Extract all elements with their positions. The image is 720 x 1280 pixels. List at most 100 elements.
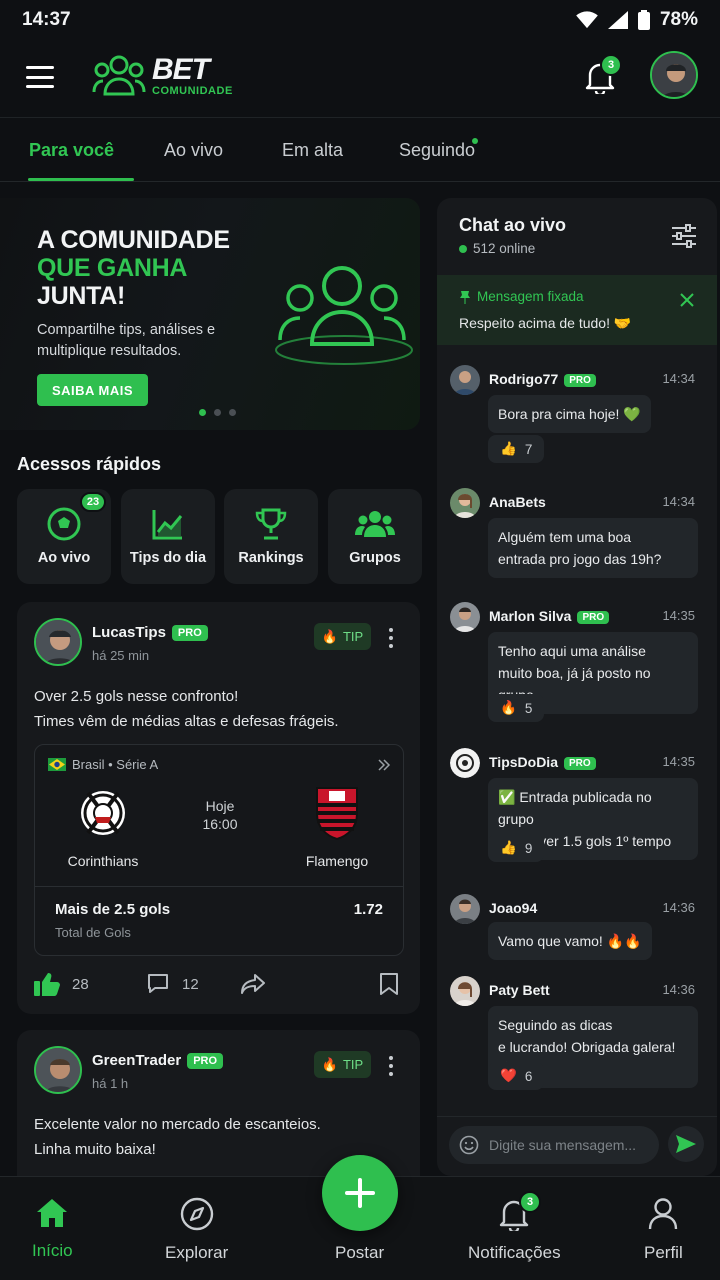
tab-em-alta[interactable]: Em alta — [282, 140, 343, 161]
carousel-dots[interactable] — [199, 409, 236, 416]
tab-seguindo[interactable]: Seguindo — [399, 140, 475, 161]
chat-avatar[interactable] — [450, 488, 480, 518]
home-team: Corinthians — [43, 785, 163, 869]
post-author-name[interactable]: GreenTrader PRO — [92, 1052, 224, 1069]
away-team: Flamengo — [277, 785, 397, 869]
quick-rankings[interactable]: Rankings — [224, 489, 318, 584]
pinned-label: Mensagem fixada — [459, 289, 584, 304]
notification-badge: 3 — [600, 54, 622, 76]
battery-icon — [637, 10, 650, 30]
comment-icon — [148, 974, 168, 993]
status-time: 14:37 — [22, 9, 71, 30]
comment-button[interactable]: 12 — [146, 972, 199, 996]
hero-banner[interactable]: A COMUNIDADE QUE GANHA JUNTA! Compartilh… — [0, 198, 420, 430]
bottom-navigation: Início Explorar Postar Notificações 3 Pe… — [0, 1155, 720, 1280]
post-body: Excelente valor no mercado de escanteios… — [34, 1116, 321, 1158]
group-icon — [355, 511, 395, 537]
notification-badge: 3 — [519, 1191, 541, 1213]
brand-logo: BET COMUNIDADE — [92, 54, 233, 98]
send-button[interactable] — [668, 1126, 704, 1162]
chat-composer: Digite sua mensagem... — [437, 1116, 717, 1176]
nav-perfil[interactable]: Perfil — [644, 1197, 683, 1263]
post-more-button[interactable] — [389, 628, 395, 648]
post-actions: 28 12 — [34, 972, 404, 1002]
odd-value[interactable]: 1.72 — [354, 901, 383, 918]
brand-subtitle: COMUNIDADE — [152, 85, 233, 97]
message-bubble: Bora pra cima hoje! 💚 — [488, 395, 651, 433]
send-icon — [676, 1135, 696, 1153]
bookmark-icon — [380, 973, 398, 995]
share-button[interactable] — [240, 972, 266, 996]
menu-button[interactable] — [26, 66, 54, 88]
stats-icon[interactable] — [377, 758, 391, 772]
close-icon[interactable] — [680, 293, 694, 307]
post-body: Over 2.5 gols nesse confronto! Times vêm… — [34, 688, 339, 730]
home-icon — [37, 1199, 68, 1227]
live-chat-panel: Chat ao vivo 512 online Mensagem fixada … — [437, 198, 717, 1176]
plus-icon — [345, 1178, 375, 1208]
chat-avatar[interactable] — [450, 748, 480, 778]
reaction-chip[interactable]: ❤️ 6 — [488, 1062, 545, 1090]
pro-badge: PRO — [171, 625, 208, 641]
feed-tabs: Para você Ao vivo Em alta Seguindo — [0, 118, 720, 182]
quick-ao-vivo[interactable]: Ao vivo 23 — [17, 489, 111, 584]
profile-icon — [649, 1198, 678, 1230]
nav-notificacoes[interactable]: Notificações 3 — [468, 1191, 561, 1263]
live-count-badge: 23 — [80, 492, 106, 512]
match-card[interactable]: Brasil • Série A Corinthians Hoje 16:00 … — [34, 744, 404, 956]
quick-tips-do-dia[interactable]: Tips do dia — [121, 489, 215, 584]
tab-para-voce[interactable]: Para você — [29, 140, 114, 161]
post-time: há 25 min — [92, 648, 150, 663]
chat-avatar[interactable] — [450, 365, 480, 395]
brazil-flag-icon — [48, 758, 66, 771]
bookmark-button[interactable] — [379, 972, 399, 996]
post-more-button[interactable] — [389, 1056, 395, 1076]
nav-inicio[interactable]: Início — [32, 1197, 73, 1261]
post-fab-button[interactable] — [322, 1155, 398, 1231]
tab-ao-vivo[interactable]: Ao vivo — [164, 140, 223, 161]
online-count: 512 online — [459, 241, 535, 256]
emoji-icon[interactable] — [459, 1135, 479, 1155]
reaction-chip[interactable]: 👍 7 — [488, 435, 545, 463]
status-bar: 14:37 78% — [0, 0, 720, 40]
nav-explorar[interactable]: Explorar — [165, 1197, 228, 1263]
post-author-name[interactable]: LucasTips PRO — [92, 624, 208, 641]
chat-message: Rodrigo77 PRO 14:34 Bora pra cima hoje! 💚… — [450, 365, 712, 465]
market-name: Mais de 2.5 gols — [55, 901, 171, 918]
battery-level: 78% — [659, 9, 698, 30]
saiba-mais-button[interactable]: SAIBA MAIS — [37, 374, 148, 406]
chat-avatar[interactable] — [450, 976, 480, 1006]
share-icon — [241, 974, 265, 994]
notifications-button[interactable]: 3 — [584, 54, 622, 97]
message-bubble: Vamo que vamo! 🔥🔥 — [488, 922, 652, 960]
chat-message: Paty Bett 14:36 Seguindo as dicas e lucra… — [450, 976, 712, 1096]
pin-icon — [460, 290, 470, 304]
quick-grupos[interactable]: Grupos — [328, 489, 422, 584]
pinned-text: Respeito acima de tudo! 🤝 — [459, 315, 632, 331]
community-glow-icon — [275, 266, 413, 365]
tip-tag: 🔥 TIP — [314, 623, 371, 650]
league-label: Brasil • Série A — [48, 757, 158, 772]
pinned-message: Mensagem fixada Respeito acima de tudo! … — [437, 275, 717, 345]
active-tab-indicator — [28, 178, 134, 181]
filter-settings-icon[interactable] — [671, 224, 697, 248]
post-author-avatar[interactable] — [34, 618, 82, 666]
reaction-chip[interactable]: 👍 9 — [488, 834, 545, 862]
user-avatar[interactable] — [650, 51, 698, 99]
post-card: LucasTips PRO há 25 min 🔥 TIP Over 2.5 gol… — [17, 602, 420, 1014]
corinthians-crest-icon — [81, 791, 125, 835]
chat-message: TipsDoDia PRO 14:35 ✅ Entrada publicada n… — [450, 748, 712, 868]
post-author-avatar[interactable] — [34, 1046, 82, 1094]
nav-postar-label[interactable]: Postar — [335, 1243, 384, 1263]
community-logo-icon — [92, 55, 146, 96]
status-icons: 78% — [576, 9, 698, 31]
wifi-icon — [576, 11, 598, 29]
chat-avatar[interactable] — [450, 602, 480, 632]
chat-avatar[interactable] — [450, 894, 480, 924]
app-bar: BET COMUNIDADE 3 — [0, 40, 720, 118]
flamengo-crest-icon — [316, 787, 358, 841]
like-button[interactable]: 28 — [34, 972, 89, 996]
chat-message-input[interactable]: Digite sua mensagem... — [449, 1126, 659, 1164]
compass-icon — [180, 1197, 213, 1231]
reaction-chip[interactable]: 🔥 5 — [488, 694, 545, 722]
